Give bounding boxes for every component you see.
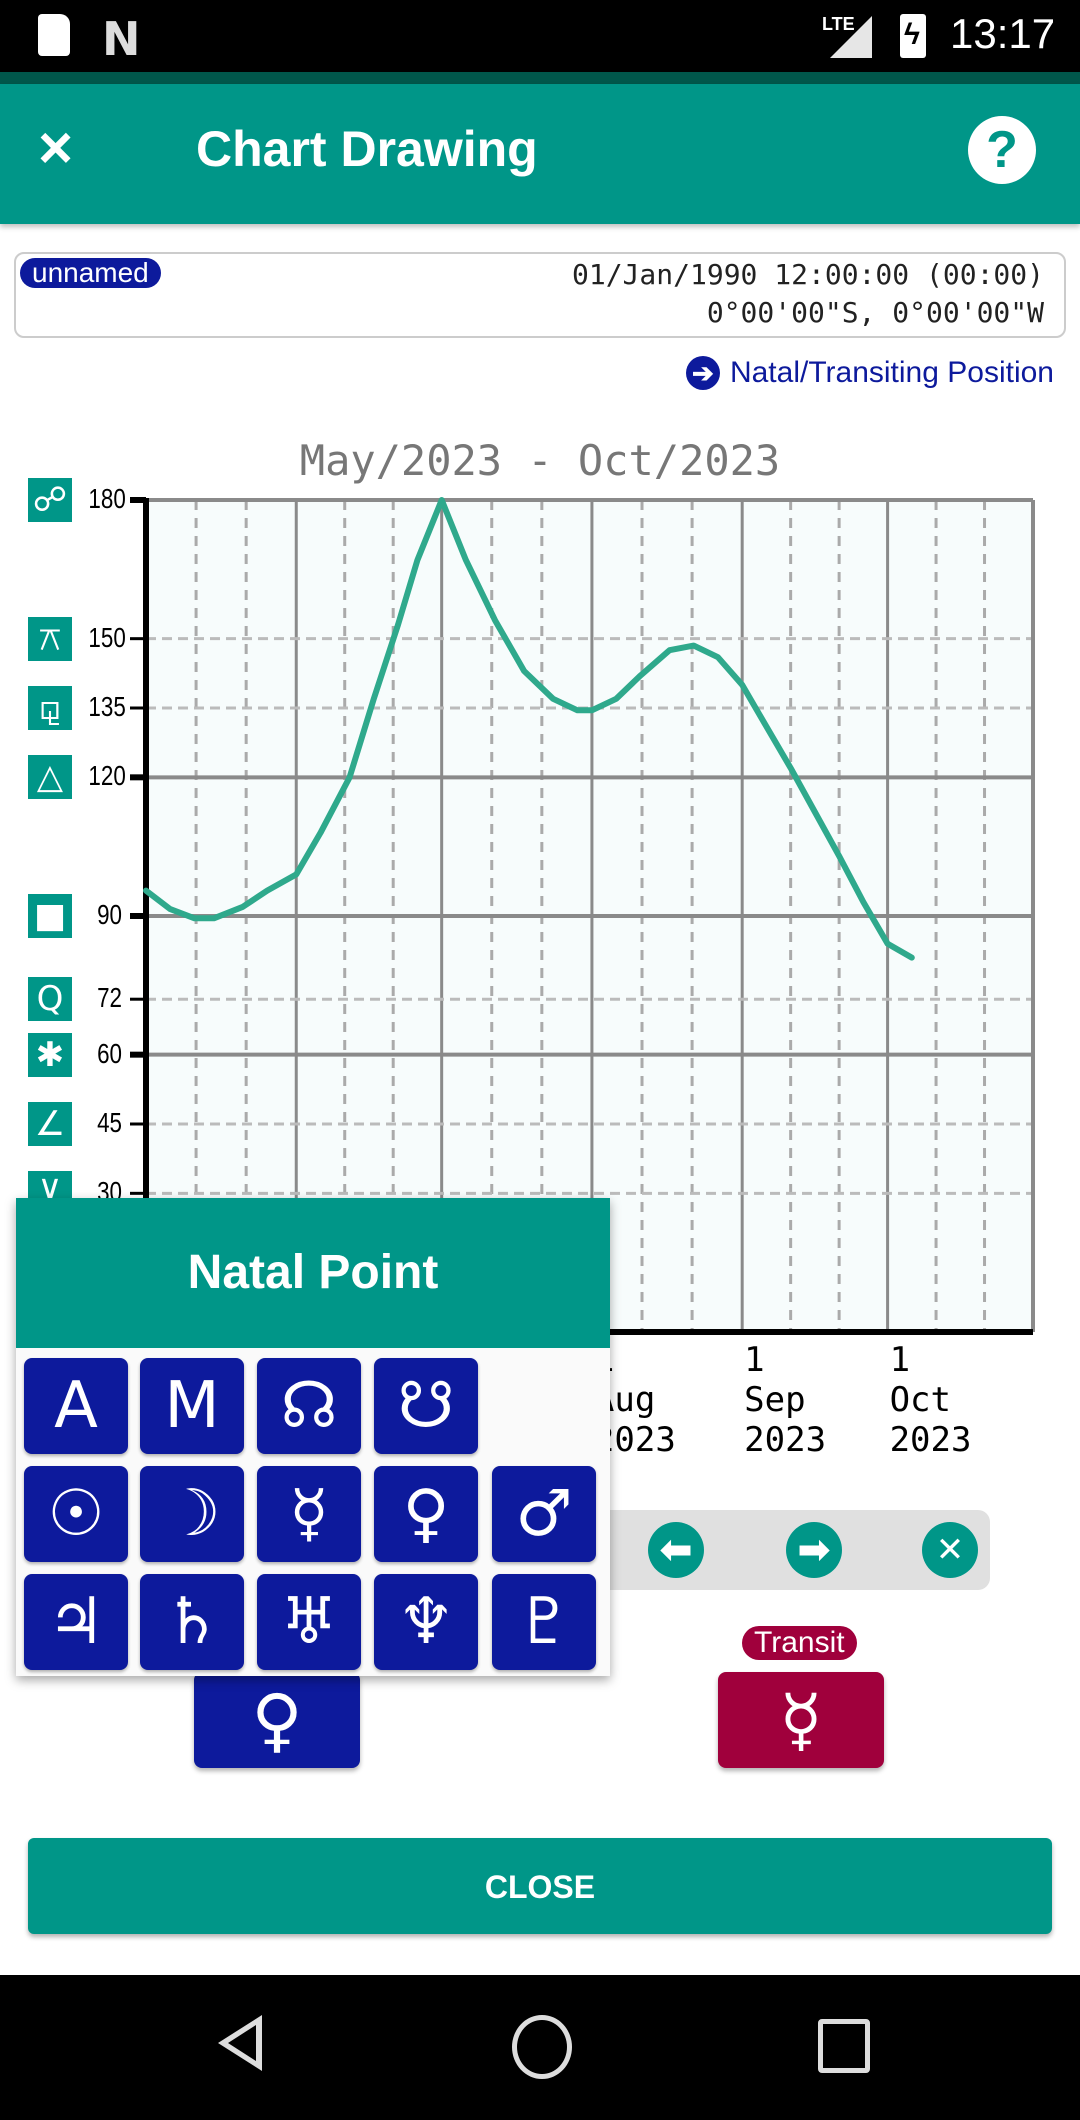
navigation-controls: ⬅ ➡ ✕ [610,1510,990,1590]
aspect-chart[interactable] [0,0,1080,1400]
transit-badge: Transit [742,1626,857,1660]
sesquisquare-aspect-icon[interactable]: ⚼ [28,686,72,730]
semisquare-aspect-icon[interactable]: ∠ [28,1102,72,1146]
natal-point-south-node-button[interactable]: ☋ [374,1358,478,1454]
natal-point-neptune-button[interactable]: ♆ [374,1574,478,1670]
clear-button[interactable]: ✕ [922,1522,978,1578]
system-nav-bar [0,1975,1080,2120]
recent-apps-icon[interactable] [818,2019,870,2073]
close-button[interactable]: CLOSE [28,1838,1052,1934]
natal-point-venus-button[interactable]: ♀ [374,1466,478,1562]
natal-point-jupiter-button[interactable]: ♃ [24,1574,128,1670]
sesquiquadrate-aspect-icon[interactable]: ⚻ [28,616,72,661]
natal-point-mars-button[interactable]: ♂ [492,1466,596,1562]
transit-planet-button[interactable]: ☿ [718,1672,884,1768]
y-tick-label: 180 [88,483,126,514]
natal-point-pluto-button[interactable]: ♇ [492,1574,596,1670]
natal-point-sun-button[interactable]: ☉ [24,1466,128,1562]
prev-period-button[interactable]: ⬅ [648,1522,704,1578]
popup-title: Natal Point [16,1198,610,1348]
y-tick-label: 45 [97,1107,122,1138]
natal-point-moon-button[interactable]: ☽ [140,1466,244,1562]
natal-planet-button[interactable]: ♀ [194,1672,360,1768]
sextile-aspect-icon[interactable]: ✱ [28,1032,72,1077]
square-aspect-icon[interactable]: ■ [28,894,72,938]
home-icon[interactable] [512,2015,572,2079]
natal-point-uranus-button[interactable]: ♅ [257,1574,361,1670]
natal-point-ascendant-button[interactable]: A [24,1358,128,1454]
opposition-aspect-icon[interactable]: ☍ [28,478,72,522]
back-icon[interactable] [218,2015,262,2071]
natal-point-popup: Natal Point A M ☊ ☋ ☉ ☽ ☿ ♀ ♂ ♃ ♄ ♅ ♆ ♇ [16,1198,610,1676]
trine-aspect-icon[interactable]: △ [28,755,72,800]
natal-point-midheaven-button[interactable]: M [140,1358,244,1454]
y-tick-label: 135 [88,691,126,722]
y-tick-label: 60 [97,1037,122,1069]
natal-point-saturn-button[interactable]: ♄ [140,1574,244,1670]
y-tick-label: 120 [88,760,126,792]
natal-point-north-node-button[interactable]: ☊ [257,1358,361,1454]
next-period-button[interactable]: ➡ [786,1522,842,1578]
x-tick-label: 1 Oct 2023 [889,1340,972,1460]
x-tick-label: 1 Sep 2023 [744,1340,827,1460]
y-tick-label: 72 [97,982,122,1014]
natal-point-mercury-button[interactable]: ☿ [257,1466,361,1562]
y-tick-label: 90 [97,899,122,930]
y-tick-label: 150 [88,621,126,653]
quintile-aspect-icon[interactable]: Q [28,977,72,1022]
